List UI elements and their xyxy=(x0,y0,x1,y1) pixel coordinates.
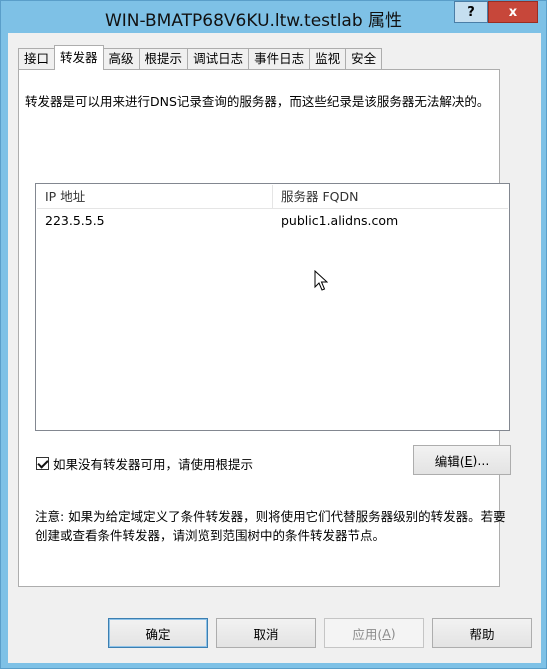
list-header: IP 地址 服务器 FQDN xyxy=(37,185,508,209)
close-icon[interactable]: x xyxy=(488,1,538,23)
tab-debug-logging[interactable]: 调试日志 xyxy=(187,48,250,69)
forwarder-fqdn: public1.alidns.com xyxy=(281,213,399,228)
conditional-forwarders-note: 注意: 如果为给定域定义了条件转发器，则将使用它们代替服务器级别的转发器。若要创… xyxy=(35,509,506,543)
title-bar[interactable]: WIN-BMATP68V6KU.ltw.testlab 属性 ? x xyxy=(1,1,546,33)
mouse-cursor-icon xyxy=(314,270,328,291)
use-root-hints-option[interactable]: 如果没有转发器可用，请使用根提示 xyxy=(36,454,253,473)
apply-button[interactable]: 应用(A) xyxy=(324,618,424,648)
list-item[interactable]: 223.5.5.5 public1.alidns.com xyxy=(37,211,508,231)
tab-event-logging[interactable]: 事件日志 xyxy=(248,48,311,69)
help-icon[interactable]: ? xyxy=(454,1,488,23)
apply-label-pre: 应用( xyxy=(352,626,383,642)
column-header-ip[interactable]: IP 地址 xyxy=(37,185,273,209)
edit-button[interactable]: 编辑(E)... xyxy=(413,445,511,475)
column-header-fqdn[interactable]: 服务器 FQDN xyxy=(273,185,508,209)
tab-interfaces[interactable]: 接口 xyxy=(18,48,56,69)
edit-label-post: )... xyxy=(472,452,490,468)
edit-label-pre: 编辑( xyxy=(434,453,465,469)
tab-security[interactable]: 安全 xyxy=(345,48,383,69)
dialog-client-area: 接口 转发器 高级 根提示 调试日志 事件日志 监视 安全 转发器是可以用来进行… xyxy=(8,33,541,663)
tab-forwarders[interactable]: 转发器 xyxy=(54,45,104,70)
properties-dialog: WIN-BMATP68V6KU.ltw.testlab 属性 ? x 接口 转发… xyxy=(0,0,547,669)
forwarder-ip: 223.5.5.5 xyxy=(45,213,105,228)
tab-advanced[interactable]: 高级 xyxy=(102,48,140,69)
use-root-hints-checkbox[interactable] xyxy=(36,457,49,470)
ok-button[interactable]: 确定 xyxy=(108,618,208,648)
cancel-button[interactable]: 取消 xyxy=(216,618,316,648)
help-button[interactable]: 帮助 xyxy=(432,618,532,648)
tab-monitoring[interactable]: 监视 xyxy=(309,48,347,69)
apply-label-post: ) xyxy=(390,625,396,641)
apply-label-key: A xyxy=(382,625,391,641)
tab-strip: 接口 转发器 高级 根提示 调试日志 事件日志 监视 安全 xyxy=(18,45,383,70)
tab-root-hints[interactable]: 根提示 xyxy=(138,48,189,69)
use-root-hints-label: 如果没有转发器可用，请使用根提示 xyxy=(53,457,254,472)
forwarders-description: 转发器是可以用来进行DNS记录查询的服务器，而这些纪录是该服务器无法解决的。 xyxy=(25,94,490,109)
forwarders-list[interactable]: IP 地址 服务器 FQDN 223.5.5.5 public1.alidns.… xyxy=(35,183,510,431)
edit-label-key: E xyxy=(464,452,473,468)
